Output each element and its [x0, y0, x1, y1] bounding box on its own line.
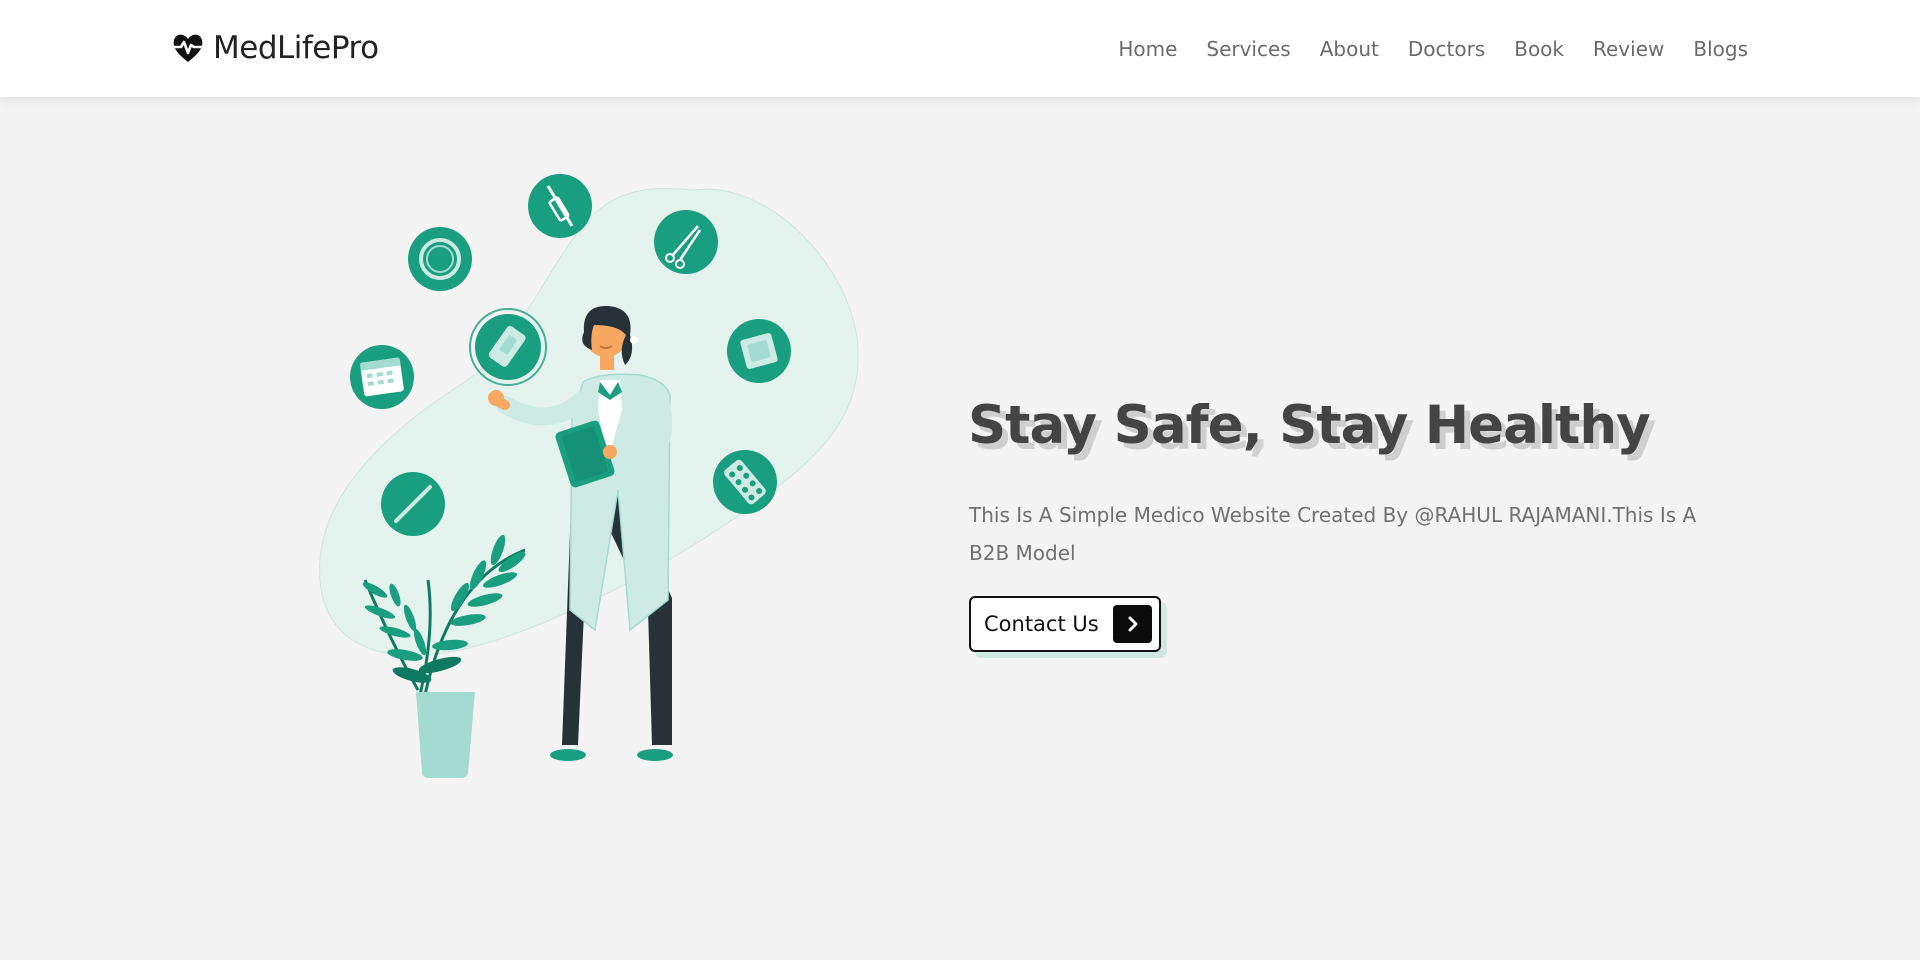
site-header: MedLifePro Home Services About Doctors B…: [0, 0, 1920, 97]
thermometer-icon: [381, 472, 445, 536]
heartbeat-icon: [173, 34, 203, 62]
contact-us-button-wrapper: Contact Us: [969, 596, 1167, 658]
plant-pot: [416, 692, 475, 778]
bandage-icon: [469, 308, 547, 386]
calendar-icon: [350, 345, 414, 409]
nav-about[interactable]: About: [1320, 37, 1379, 61]
hero-illustration: [300, 160, 880, 800]
hero-description: This Is A Simple Medico Website Created …: [969, 503, 1697, 565]
nav-home[interactable]: Home: [1118, 37, 1177, 61]
nav-book[interactable]: Book: [1514, 37, 1564, 61]
hero-title: Stay Safe, Stay Healthy: [968, 395, 1651, 456]
nav-services[interactable]: Services: [1206, 37, 1290, 61]
nav-doctors[interactable]: Doctors: [1408, 37, 1485, 61]
gauze-icon: [727, 319, 791, 383]
contact-us-label: Contact Us: [984, 612, 1099, 636]
pills-icon: [713, 450, 777, 514]
ring-icon: [408, 227, 472, 291]
doctor-illustration: [319, 174, 859, 778]
nav-review[interactable]: Review: [1593, 37, 1664, 61]
contact-us-button[interactable]: Contact Us: [969, 596, 1161, 652]
main-nav: Home Services About Doctors Book Review …: [1089, 0, 1748, 97]
brand-name: MedLifePro: [213, 30, 379, 66]
scissors-icon: [654, 210, 718, 274]
nav-blogs[interactable]: Blogs: [1693, 37, 1748, 61]
chevron-right-icon: [1113, 605, 1152, 643]
syringe-icon: [528, 174, 592, 238]
brand-logo[interactable]: MedLifePro: [171, 26, 379, 70]
